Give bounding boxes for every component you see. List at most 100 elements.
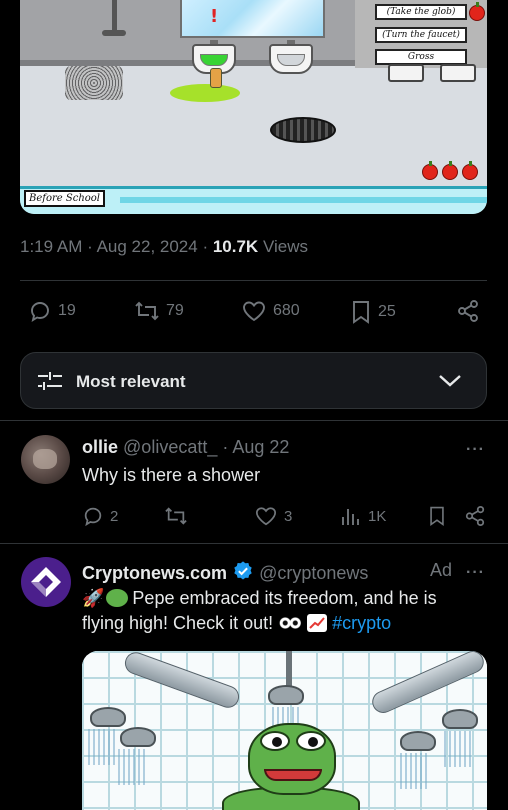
tweet-date[interactable]: Aug 22, 2024	[97, 237, 198, 256]
share-button[interactable]	[464, 505, 486, 527]
ad-author-name[interactable]: Cryptonews.com	[82, 563, 227, 583]
shower-pipe	[286, 651, 292, 687]
more-options-button[interactable]: ···	[466, 564, 485, 582]
ad-author-handle[interactable]: @cryptonews	[259, 563, 368, 583]
repost-button[interactable]: 79	[134, 299, 184, 323]
divider	[0, 543, 508, 544]
like-count: 680	[273, 302, 300, 319]
chart-increasing-emoji-icon	[307, 614, 328, 632]
cryptonews-logo-icon	[31, 567, 61, 597]
ad-header: Cryptonews.com @cryptonews	[82, 560, 368, 584]
apple-icon	[469, 2, 485, 21]
bookmark-icon	[430, 506, 444, 527]
frog-mouth	[264, 769, 322, 781]
frog-eye	[296, 731, 326, 751]
divider	[20, 280, 487, 281]
ad-text: flying high! Check it out!	[82, 613, 274, 633]
reply-count: 2	[110, 507, 119, 525]
reply-button[interactable]: 19	[28, 299, 76, 323]
exclamation-icon: !	[210, 6, 219, 27]
pepe-frog	[248, 723, 336, 795]
views-label: Views	[262, 237, 308, 256]
repost-button[interactable]	[164, 505, 194, 527]
reply-date[interactable]: · Aug 22	[222, 437, 289, 457]
floor-drain	[270, 117, 336, 143]
choice-panel: (Take the glob) (Turn the faucet) Gross	[355, 0, 487, 68]
apple-icon	[442, 161, 458, 180]
choice-option: (Take the glob)	[375, 4, 467, 20]
sort-replies-dropdown[interactable]: Most relevant	[20, 352, 487, 409]
showerhead	[400, 731, 436, 751]
reply-author-name[interactable]: ollie	[82, 437, 118, 457]
toilet	[440, 64, 476, 82]
frog-eye	[260, 731, 290, 751]
repost-count: 79	[166, 302, 184, 319]
reply-count: 19	[58, 302, 76, 319]
eyes-emoji-icon	[278, 616, 303, 630]
apple-icon	[462, 161, 478, 180]
tweet-media-image[interactable]: ! (Take the glob) (Turn the faucet) Gros…	[20, 0, 487, 214]
tweet-meta: 1:19 AM · Aug 22, 2024 · 10.7K Views	[20, 237, 308, 257]
reply-button[interactable]: 2	[82, 505, 118, 527]
divider	[0, 420, 508, 421]
separator: ·	[87, 237, 97, 256]
mirror	[180, 0, 325, 38]
showerhead	[120, 727, 156, 747]
water-spray	[118, 749, 148, 785]
tweet-time[interactable]: 1:19 AM	[20, 237, 82, 256]
hashtag-link[interactable]: #crypto	[332, 613, 391, 633]
chevron-down-icon	[439, 375, 461, 387]
views-button[interactable]: 1K	[340, 505, 386, 527]
ad-text-line-1: 🚀 Pepe embraced its freedom, and he is	[82, 588, 437, 609]
reply-author-handle[interactable]: @olivecatt_	[123, 437, 217, 457]
heart-icon	[243, 301, 265, 322]
shower-pole	[112, 0, 117, 32]
scene-label: Before School	[24, 190, 105, 207]
bookmark-count: 25	[378, 303, 396, 320]
share-button[interactable]	[456, 299, 480, 323]
more-options-button[interactable]: ···	[466, 441, 485, 459]
reply-icon	[84, 507, 102, 527]
toilet	[388, 64, 424, 82]
frog-emoji-icon	[106, 589, 129, 607]
showerhead	[442, 709, 478, 729]
bookmark-icon	[353, 301, 369, 324]
water-spray	[444, 731, 474, 767]
shower-pole-base	[102, 30, 126, 36]
showerhead	[268, 685, 304, 705]
sort-label: Most relevant	[76, 372, 186, 391]
bookmark-button[interactable]: 25	[350, 299, 396, 325]
floor-grate	[65, 66, 123, 100]
reply-header: ollie @olivecatt_ · Aug 22	[82, 437, 289, 458]
choice-option: Gross	[375, 49, 467, 65]
bookmark-button[interactable]	[427, 505, 447, 527]
sink	[269, 44, 313, 74]
water-spray	[88, 729, 118, 765]
ad-text: Pepe embraced its freedom, and he is	[132, 588, 437, 608]
views-count: 1K	[368, 507, 387, 525]
cryptonews-logo-avatar[interactable]	[21, 557, 71, 607]
avatar[interactable]	[21, 435, 70, 484]
like-button[interactable]: 3	[254, 505, 292, 527]
repost-icon	[165, 507, 187, 525]
water-spray	[400, 753, 430, 789]
repost-icon	[135, 301, 159, 321]
rocket-emoji-icon: 🚀	[82, 588, 105, 609]
apple-icon	[422, 161, 438, 180]
like-button[interactable]: 680	[241, 299, 300, 323]
sliders-icon	[38, 372, 62, 390]
character	[210, 68, 222, 88]
slime-puddle	[170, 84, 240, 102]
reply-text: Why is there a shower	[82, 465, 261, 485]
choice-option: (Turn the faucet)	[375, 27, 467, 43]
analytics-icon	[342, 509, 359, 525]
ad-label: Ad	[430, 560, 453, 580]
separator: ·	[202, 237, 213, 256]
views-count: 10.7K	[212, 237, 259, 256]
ad-media-image[interactable]	[82, 651, 487, 810]
share-icon	[458, 300, 478, 322]
share-icon	[465, 505, 485, 527]
ad-text-line-2: flying high! Check it out! #crypto	[82, 613, 391, 634]
heart-icon	[255, 507, 277, 526]
verified-badge-icon	[234, 561, 252, 580]
